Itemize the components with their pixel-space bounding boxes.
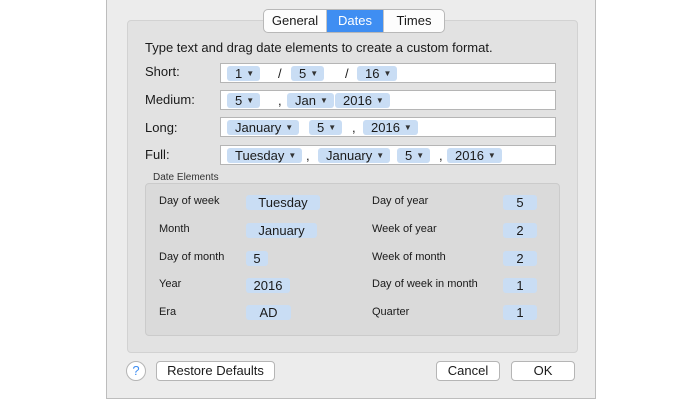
- element-chip-week-of-year[interactable]: 2: [503, 223, 537, 238]
- element-label-month: Month: [159, 223, 190, 235]
- element-label-quarter: Quarter: [372, 306, 410, 318]
- full-token-day[interactable]: 5 ▼: [397, 148, 431, 163]
- element-label-year: Year: [159, 278, 182, 290]
- long-token-month[interactable]: January ▼: [227, 120, 300, 135]
- element-label-week-of-year: Week of year: [372, 223, 437, 235]
- chevron-down-icon: ▼: [383, 69, 392, 78]
- element-chip-year[interactable]: 2016: [246, 278, 290, 293]
- long-separator: ,: [352, 120, 356, 135]
- element-chip-week-of-month[interactable]: 2: [503, 251, 537, 266]
- instruction-text: Type text and drag date elements to crea…: [145, 40, 493, 55]
- short-token-day[interactable]: 5 ▼: [291, 66, 325, 81]
- medium-token-year[interactable]: 2016 ▼: [335, 93, 390, 108]
- short-separator: /: [278, 66, 282, 81]
- element-chip-day-of-week-in-month[interactable]: 1: [503, 278, 537, 293]
- medium-separator: ,: [278, 93, 282, 108]
- long-format-field[interactable]: January ▼ 5 ▼ , 2016 ▼: [220, 117, 556, 137]
- chevron-down-icon: ▼: [376, 151, 385, 160]
- chevron-down-icon: ▼: [403, 123, 412, 132]
- short-token-year[interactable]: 16 ▼: [357, 66, 398, 81]
- element-chip-day-of-month[interactable]: 5: [246, 251, 268, 266]
- chevron-down-icon: ▼: [319, 96, 328, 105]
- element-label-day-of-month: Day of month: [159, 251, 225, 263]
- restore-defaults-button[interactable]: Restore Defaults: [156, 361, 275, 381]
- element-label-day-of-year: Day of year: [372, 195, 429, 207]
- chevron-down-icon: ▼: [416, 151, 425, 160]
- ok-button[interactable]: OK: [511, 361, 575, 381]
- full-format-field[interactable]: Tuesday ▼ , January ▼ 5 ▼ , 2016 ▼: [220, 145, 556, 165]
- full-token-month[interactable]: January ▼: [318, 148, 391, 163]
- chevron-down-icon: ▼: [288, 151, 297, 160]
- chevron-down-icon: ▼: [310, 69, 319, 78]
- element-chip-quarter[interactable]: 1: [503, 305, 537, 320]
- long-token-day[interactable]: 5 ▼: [309, 120, 343, 135]
- cancel-button[interactable]: Cancel: [436, 361, 500, 381]
- help-icon: ?: [132, 363, 140, 378]
- medium-token-month[interactable]: Jan ▼: [287, 93, 334, 108]
- element-chip-month[interactable]: January: [246, 223, 317, 238]
- medium-format-label: Medium:: [145, 92, 195, 107]
- full-separator: ,: [439, 148, 443, 163]
- short-separator: /: [345, 66, 349, 81]
- short-token-month[interactable]: 1 ▼: [227, 66, 261, 81]
- date-elements-box: Day of week Tuesday Month January Day of…: [145, 183, 560, 336]
- tab-general[interactable]: General: [264, 10, 326, 32]
- chevron-down-icon: ▼: [246, 96, 255, 105]
- medium-format-field[interactable]: 5 ▼ , Jan ▼ 2016 ▼: [220, 90, 556, 110]
- long-format-label: Long:: [145, 120, 178, 135]
- date-elements-heading: Date Elements: [153, 172, 219, 183]
- element-chip-day-of-year[interactable]: 5: [503, 195, 537, 210]
- chevron-down-icon: ▼: [246, 69, 255, 78]
- full-separator: ,: [306, 148, 310, 163]
- chevron-down-icon: ▼: [375, 96, 384, 105]
- help-button[interactable]: ?: [126, 361, 146, 381]
- element-label-day-of-week: Day of week: [159, 195, 220, 207]
- element-chip-day-of-week[interactable]: Tuesday: [246, 195, 320, 210]
- chevron-down-icon: ▼: [285, 123, 294, 132]
- medium-token-day[interactable]: 5 ▼: [227, 93, 261, 108]
- short-format-label: Short:: [145, 64, 180, 79]
- tab-bar: General Dates Times: [263, 9, 445, 33]
- element-label-era: Era: [159, 306, 177, 318]
- chevron-down-icon: ▼: [328, 123, 337, 132]
- short-format-field[interactable]: 1 ▼ / 5 ▼ / 16 ▼: [220, 63, 556, 83]
- long-token-year[interactable]: 2016 ▼: [363, 120, 418, 135]
- tab-dates[interactable]: Dates: [326, 10, 383, 32]
- element-label-day-of-week-in-month: Day of week in month: [372, 278, 478, 290]
- full-token-year[interactable]: 2016 ▼: [447, 148, 502, 163]
- tab-times[interactable]: Times: [383, 10, 444, 32]
- full-token-weekday[interactable]: Tuesday ▼: [227, 148, 303, 163]
- full-format-label: Full:: [145, 147, 170, 162]
- chevron-down-icon: ▼: [487, 151, 496, 160]
- date-format-dialog: General Dates Times Type text and drag d…: [106, 0, 596, 399]
- element-chip-era[interactable]: AD: [246, 305, 291, 320]
- element-label-week-of-month: Week of month: [372, 251, 446, 263]
